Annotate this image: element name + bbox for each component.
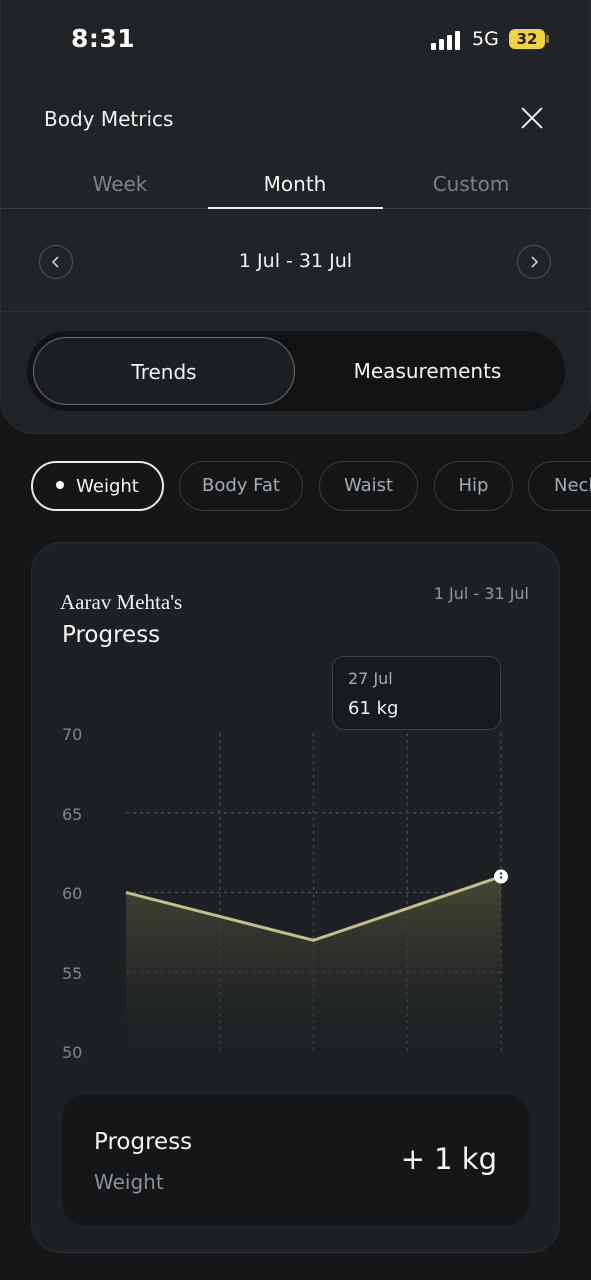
summary-title: Progress	[94, 1129, 193, 1155]
weight-chart	[125, 733, 508, 1052]
summary-value: + 1 kg	[400, 1142, 497, 1176]
summary-subtitle: Weight	[94, 1170, 164, 1194]
chart-points	[494, 869, 508, 884]
